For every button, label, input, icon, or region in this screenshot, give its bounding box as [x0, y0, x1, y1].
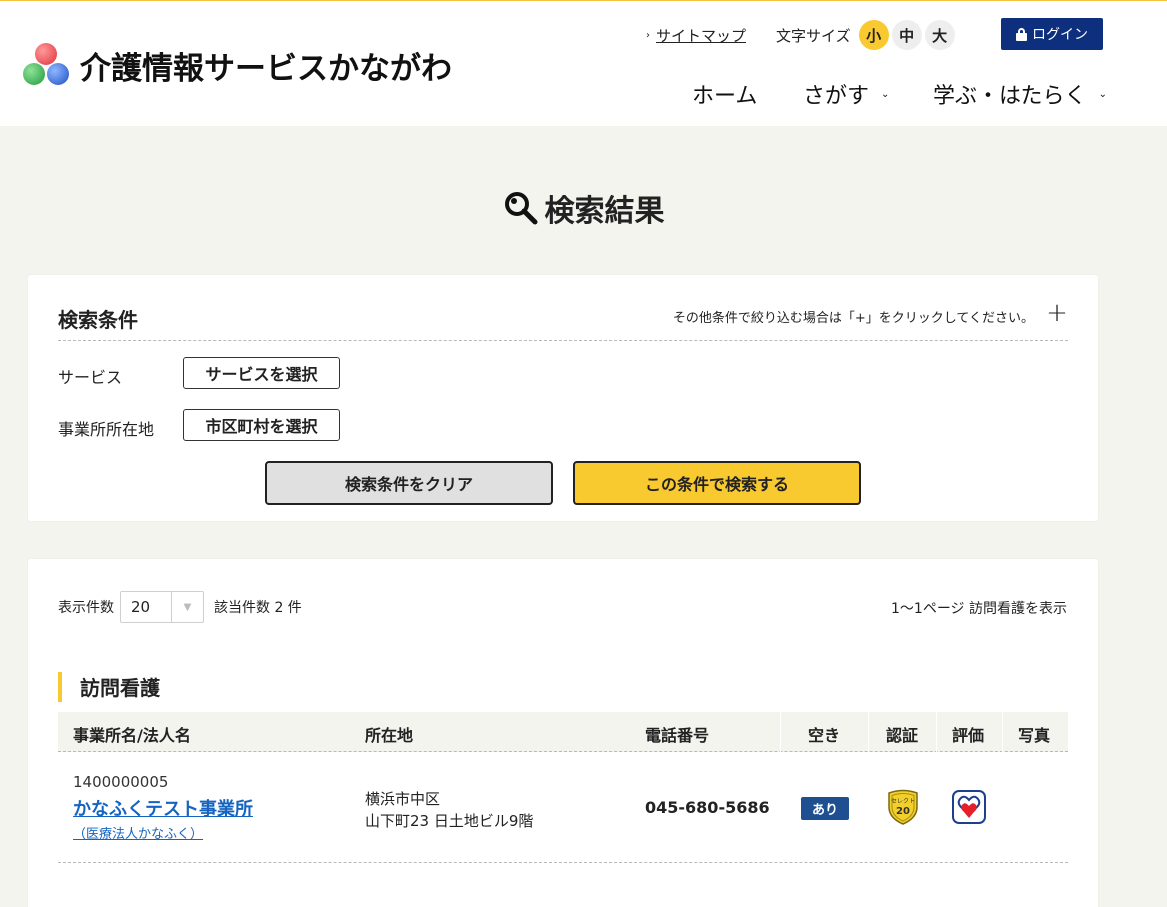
sitemap-link[interactable]: › サイトマップ	[646, 25, 746, 46]
logo-mark-icon	[22, 41, 70, 89]
chevron-down-icon: ⌄	[881, 88, 890, 100]
section-title: 訪問看護	[58, 672, 160, 702]
service-label: サービス	[58, 368, 123, 387]
nav-item-home[interactable]: ホーム	[692, 79, 757, 109]
col-certification: 認証	[886, 726, 919, 745]
office-address: 横浜市中区 山下町23 日土地ビル9階	[365, 790, 534, 830]
col-availability: 空き	[808, 726, 841, 745]
font-size-small-button[interactable]: 小	[858, 20, 889, 50]
display-count-control: 表示件数 20 ▼ 該当件数 2 件	[58, 591, 302, 623]
search-conditions-note: その他条件で絞り込む場合は「+」をクリックしてください。	[672, 311, 1034, 326]
font-size-large-button[interactable]: 大	[924, 20, 955, 50]
page-info: 1〜1ページ 訪問看護を表示	[891, 601, 1067, 617]
col-office-name: 事業所名/法人名	[73, 726, 191, 745]
availability-badge: あり	[801, 797, 849, 820]
table-row: 1400000005 かなふくテスト事業所 （医療法人かなふく） 横浜市中区 山…	[58, 753, 1068, 863]
search-icon	[504, 192, 537, 225]
lock-icon	[1016, 28, 1027, 41]
site-header: 介護情報サービスかながわ › サイトマップ 文字サイズ 小 中 大 ログイン ホ…	[0, 0, 1167, 126]
search-conditions-title: 検索条件	[58, 308, 138, 332]
chevron-right-icon: ›	[646, 29, 650, 41]
col-address: 所在地	[365, 726, 414, 745]
search-conditions-panel: 検索条件 その他条件で絞り込む場合は「+」をクリックしてください。 + サービス…	[28, 275, 1098, 521]
login-button[interactable]: ログイン	[1001, 18, 1103, 50]
page-title: 検索結果	[0, 186, 1167, 230]
hit-count: 該当件数 2 件	[214, 600, 302, 616]
utility-bar: › サイトマップ 文字サイズ 小 中 大	[646, 19, 958, 51]
office-name-link[interactable]: かなふくテスト事業所	[73, 795, 253, 821]
office-tel: 045-680-5686	[645, 798, 770, 817]
dropdown-caret-icon: ▼	[171, 592, 203, 622]
font-size-medium-button[interactable]: 中	[891, 20, 922, 50]
corporation-name-link[interactable]: （医療法人かなふく）	[73, 823, 203, 842]
location-label: 事業所所在地	[58, 420, 155, 439]
results-panel: 表示件数 20 ▼ 該当件数 2 件 1〜1ページ 訪問看護を表示 訪問看護 事…	[28, 559, 1098, 907]
svg-text:セレクト: セレクト	[891, 798, 915, 805]
col-evaluation: 評価	[952, 726, 985, 745]
font-size-switcher: 文字サイズ 小 中 大	[776, 20, 958, 50]
site-logo[interactable]: 介護情報サービスかながわ	[22, 41, 452, 89]
font-size-label: 文字サイズ	[776, 26, 851, 45]
evaluation-heart-icon	[952, 790, 986, 824]
chevron-down-icon: ⌄	[1098, 88, 1107, 100]
certification-badge-icon: セレクト 20	[888, 789, 918, 825]
clear-conditions-button[interactable]: 検索条件をクリア	[265, 461, 553, 505]
display-count-label: 表示件数	[58, 600, 114, 616]
select-city-button[interactable]: 市区町村を選択	[183, 409, 340, 441]
table-header: 事業所名/法人名 所在地 電話番号 空き 認証 評価 写真	[58, 712, 1068, 752]
expand-plus-icon[interactable]: +	[1046, 300, 1068, 326]
office-number: 1400000005	[73, 773, 169, 791]
col-tel: 電話番号	[645, 726, 710, 745]
search-submit-button[interactable]: この条件で検索する	[573, 461, 861, 505]
svg-text:20: 20	[896, 806, 910, 817]
search-conditions-header: 検索条件 その他条件で絞り込む場合は「+」をクリックしてください。 +	[58, 300, 1068, 341]
site-title: 介護情報サービスかながわ	[80, 50, 452, 87]
nav-item-learn-work[interactable]: 学ぶ・はたらく ⌄	[933, 79, 1107, 109]
select-service-button[interactable]: サービスを選択	[183, 357, 340, 389]
col-photo: 写真	[1018, 726, 1051, 745]
nav-item-search[interactable]: さがす ⌄	[803, 79, 889, 109]
display-count-select[interactable]: 20 ▼	[120, 591, 204, 623]
